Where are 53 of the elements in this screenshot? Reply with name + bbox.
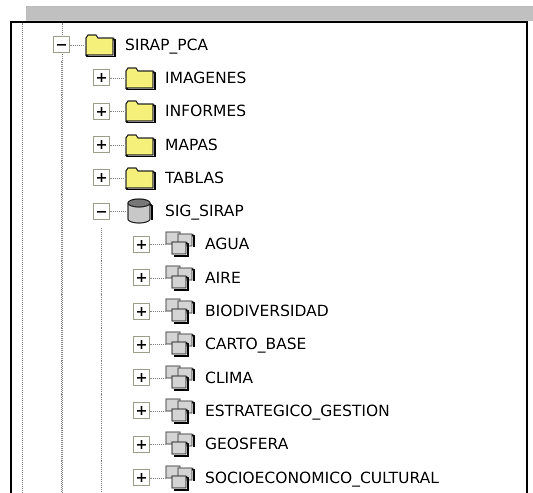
plus-icon	[97, 73, 106, 82]
layers-icon	[164, 330, 196, 358]
expand-toggle[interactable]	[133, 436, 150, 453]
tree-item-label[interactable]: AIRE	[205, 268, 241, 287]
expand-toggle[interactable]	[133, 302, 150, 320]
tree-item-label[interactable]: TABLAS	[165, 168, 224, 187]
expand-toggle[interactable]	[133, 269, 150, 286]
layers-icon	[164, 396, 196, 425]
expand-toggle[interactable]	[133, 369, 150, 386]
expand-toggle[interactable]	[133, 236, 150, 253]
expand-toggle[interactable]	[93, 136, 110, 154]
expand-toggle[interactable]	[53, 36, 70, 54]
plus-icon	[137, 240, 146, 249]
layers-icon	[164, 364, 196, 392]
tree-item-label[interactable]: SOCIOECONOMICO_CULTURAL	[205, 468, 439, 486]
folder-icon	[124, 166, 156, 190]
expand-toggle[interactable]	[93, 69, 110, 86]
expand-toggle[interactable]	[133, 336, 150, 353]
folder-icon	[124, 99, 156, 124]
expand-toggle[interactable]	[93, 202, 110, 220]
plus-icon	[137, 340, 146, 349]
layers-icon	[164, 230, 196, 258]
expand-toggle[interactable]	[133, 402, 150, 420]
tree-item-label[interactable]: BIODIVERSIDAD	[205, 302, 329, 320]
tree-item-label[interactable]: GEOSFERA	[205, 435, 288, 454]
tree-item-label[interactable]: SIG_SIRAP	[165, 202, 244, 220]
folder-icon	[124, 66, 156, 90]
tree-item-label[interactable]: AGUA	[205, 235, 250, 254]
layers-icon	[164, 464, 196, 492]
plus-icon	[137, 306, 146, 316]
expand-toggle[interactable]	[93, 102, 110, 120]
folder-icon	[124, 132, 156, 157]
tree-item-label[interactable]: SIRAP_PCA	[125, 36, 208, 54]
expand-toggle[interactable]	[93, 169, 110, 186]
plus-icon	[137, 440, 146, 449]
plus-icon	[137, 406, 146, 416]
tree-item-label[interactable]: CLIMA	[205, 368, 254, 387]
tree-item-label[interactable]: INFORMES	[165, 102, 246, 120]
tree-item-label[interactable]: CARTO_BASE	[205, 335, 306, 354]
folder-icon	[84, 32, 116, 57]
tree-item-label[interactable]: IMAGENES	[165, 68, 246, 87]
layers-icon	[164, 297, 196, 326]
layers-icon	[164, 430, 196, 458]
expand-toggle[interactable]	[133, 469, 150, 486]
tree-item-label[interactable]: MAPAS	[165, 136, 218, 154]
plus-icon	[97, 106, 106, 116]
plus-icon	[137, 373, 146, 382]
plus-icon	[97, 140, 106, 150]
layers-icon	[164, 264, 196, 292]
plus-icon	[137, 273, 146, 282]
plus-icon	[97, 173, 106, 182]
plus-icon	[137, 473, 146, 482]
tree-item-label[interactable]: ESTRATEGICO_GESTION	[205, 402, 390, 420]
